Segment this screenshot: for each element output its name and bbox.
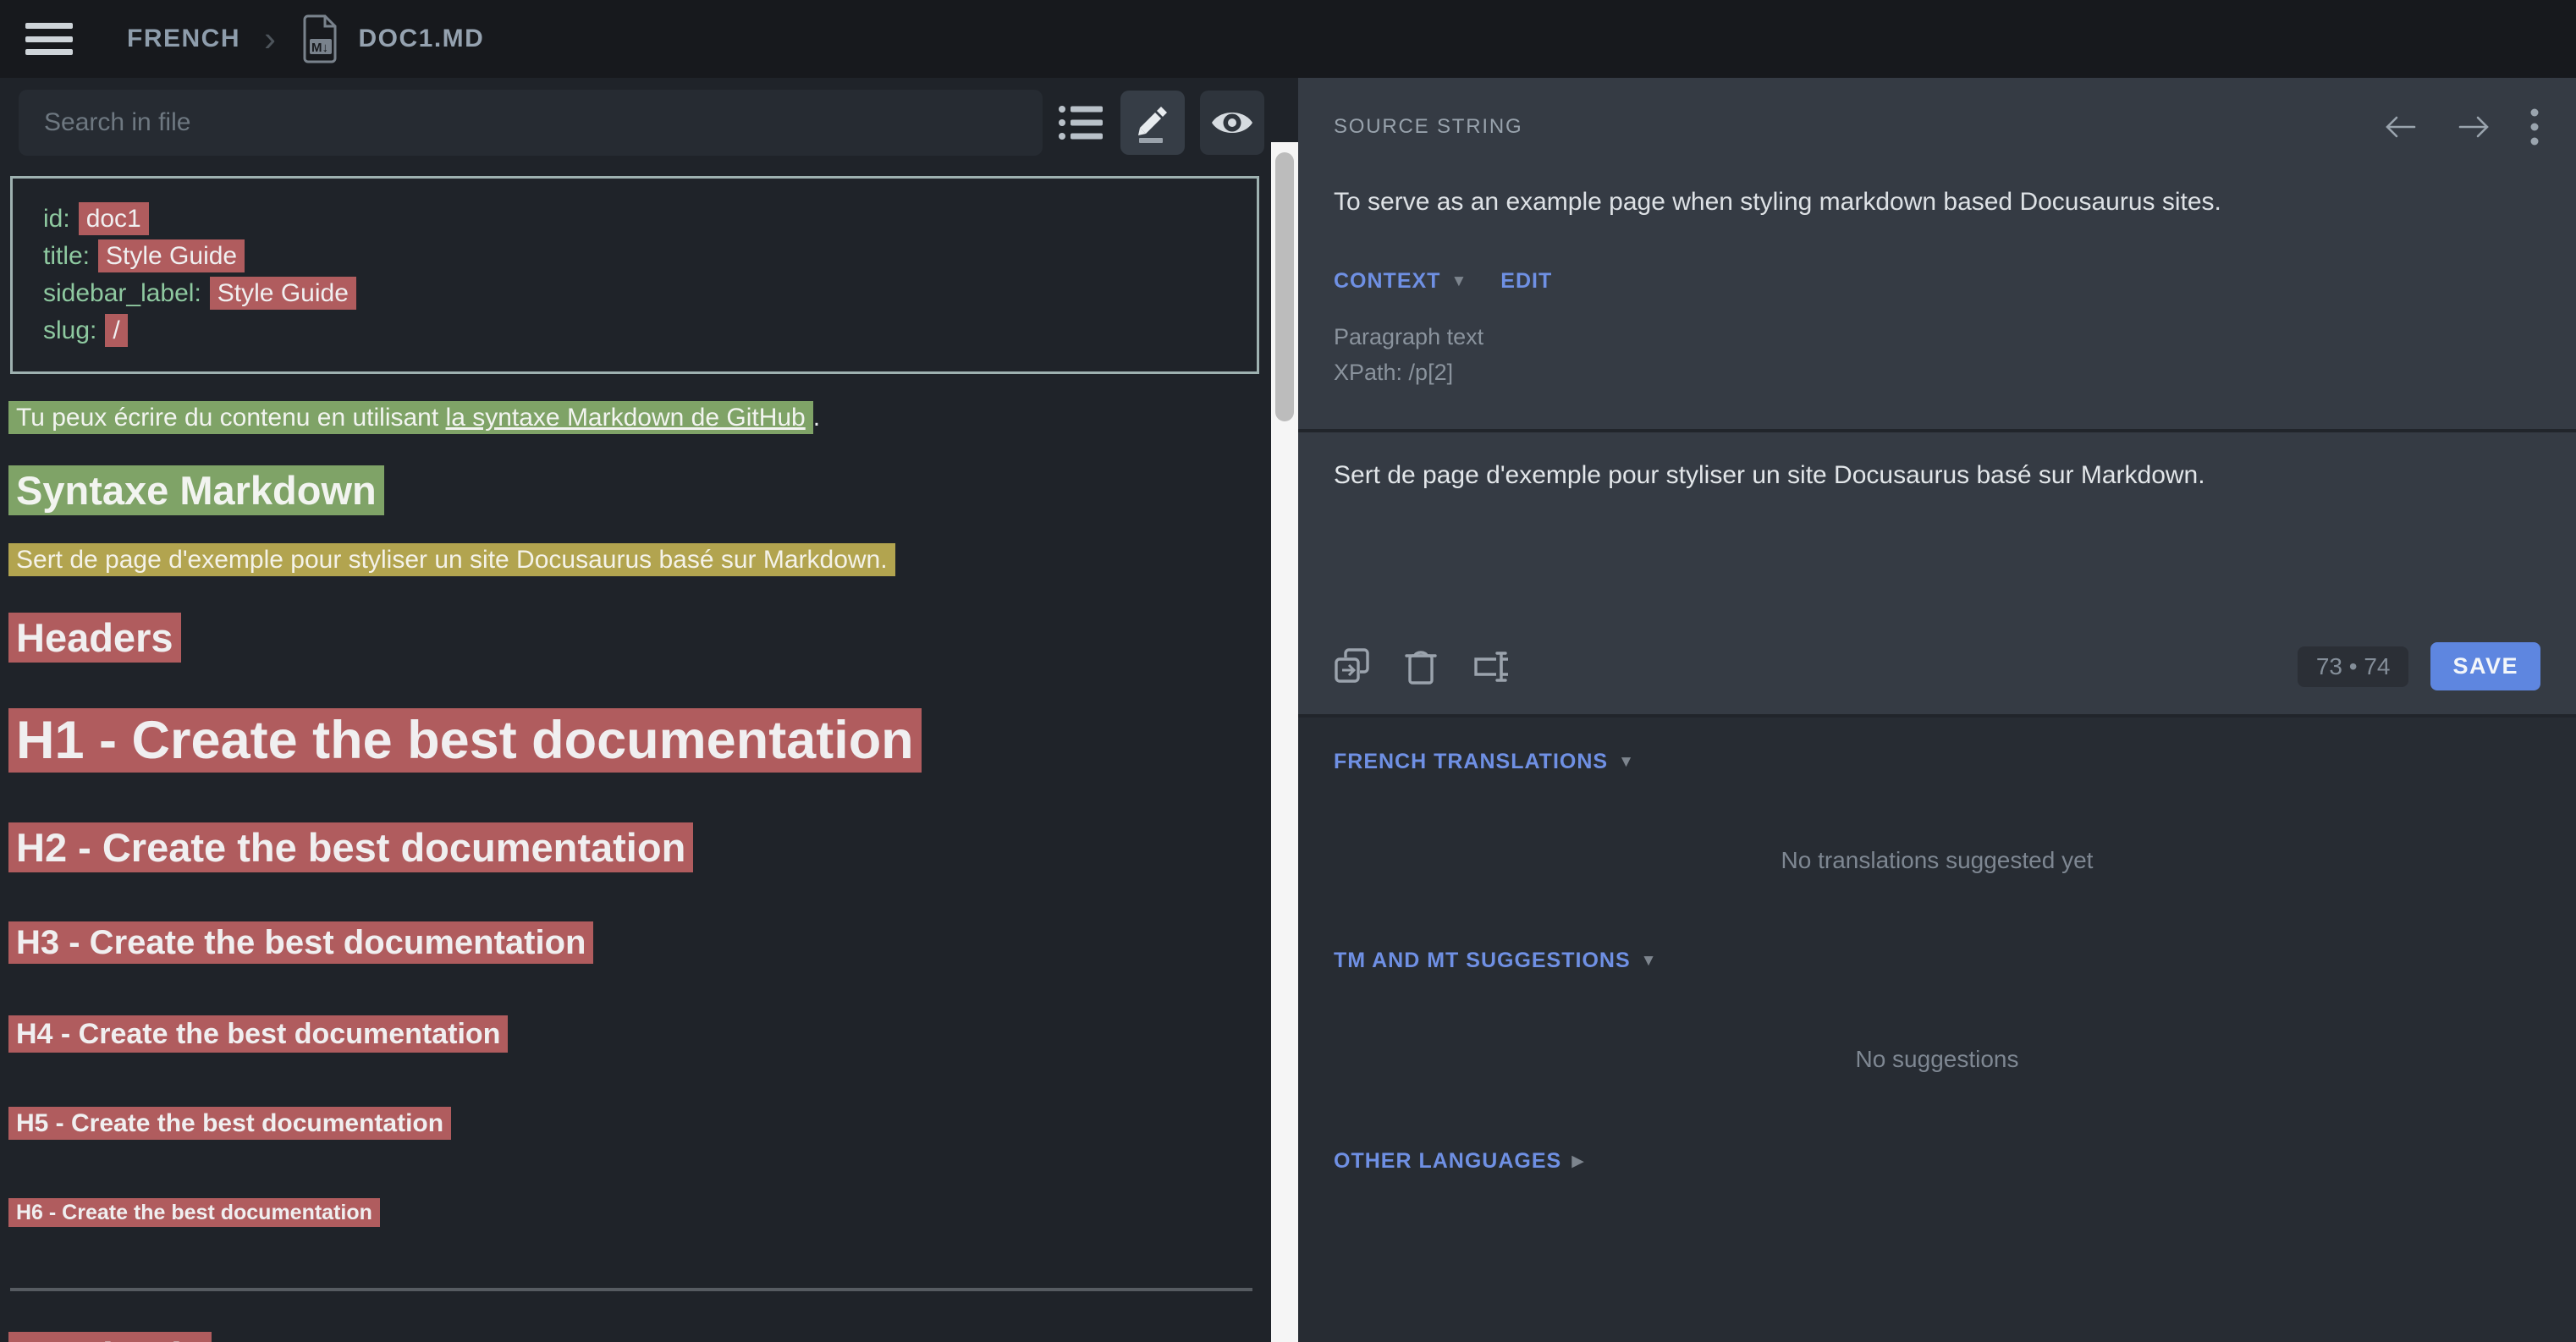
search-input[interactable] (19, 90, 1043, 156)
scrollbar-thumb[interactable] (1275, 152, 1294, 421)
untranslated-string[interactable]: H5 - Create the best documentation (8, 1107, 451, 1140)
strings-list-icon[interactable] (1058, 103, 1105, 142)
chevron-down-icon: ▼ (1618, 753, 1634, 772)
edit-context-button[interactable]: EDIT (1500, 269, 1552, 294)
untranslated-string[interactable]: H2 - Create the best documentation (8, 822, 693, 872)
tm-mt-suggestions-toggle[interactable]: TM AND MT SUGGESTIONS (1334, 949, 1631, 973)
translation-editor-section: Sert de page d'exemple pour styliser un … (1298, 432, 2576, 714)
copy-source-icon[interactable] (1334, 647, 1371, 686)
main-area: id: doc1 title: Style Guide sidebar_label:… (0, 78, 2576, 1342)
heading-string: H5 - Create the best documentation (8, 1105, 1263, 1142)
horizontal-rule (10, 1288, 1252, 1291)
frontmatter-value-string[interactable]: Style Guide (210, 277, 356, 310)
heading-string: Emphasis (8, 1330, 1263, 1342)
document-scrollbar (1271, 78, 1298, 1342)
document-content: id: doc1 title: Style Guide sidebar_label:… (0, 162, 1271, 1342)
breadcrumb-chevron-icon: › (264, 19, 278, 59)
source-string-section: SOURCE STRING (1298, 78, 2576, 429)
selected-string[interactable]: Sert de page d'exemple pour styliser un … (8, 543, 895, 576)
translation-panel: SOURCE STRING (1298, 78, 2576, 1342)
github-markdown-link[interactable]: la syntaxe Markdown de GitHub (446, 404, 806, 432)
frontmatter-line: slug: / (43, 312, 1226, 349)
context-xpath: XPath: /p[2] (1334, 355, 2539, 390)
heading-string: Headers (8, 611, 1263, 665)
save-button[interactable]: SAVE (2430, 642, 2540, 690)
document-toolbar (0, 78, 1271, 162)
top-bar: FRENCH › M↓ DOC1.MD (0, 0, 2576, 78)
translated-string[interactable]: Tu peux écrire du contenu en utilisant l… (8, 401, 813, 434)
tm-mt-empty-message: No suggestions (1334, 1046, 2540, 1073)
heading-string: H2 - Create the best documentation (8, 821, 1263, 875)
delete-translation-icon[interactable] (1405, 647, 1437, 686)
heading-string: H3 - Create the best documentation (8, 919, 1263, 966)
menu-icon[interactable] (25, 19, 73, 58)
frontmatter-line: sidebar_label: Style Guide (43, 275, 1226, 312)
scrollbar-track[interactable] (1271, 142, 1298, 1342)
document-panel: id: doc1 title: Style Guide sidebar_label:… (0, 78, 1271, 1342)
previous-string-arrow-icon[interactable] (2385, 114, 2417, 140)
chevron-down-icon: ▼ (1450, 272, 1467, 291)
translation-toolbar: 73 • 74 SAVE (1334, 642, 2540, 690)
paragraph-string: Tu peux écrire du contenu en utilisant l… (8, 401, 1263, 435)
context-description: Paragraph text (1334, 319, 2539, 355)
untranslated-string[interactable]: H4 - Create the best documentation (8, 1015, 508, 1053)
rename-text-cursor-icon[interactable] (1471, 649, 1511, 685)
next-string-arrow-icon[interactable] (2458, 114, 2490, 140)
other-languages-toggle[interactable]: OTHER LANGUAGES (1334, 1149, 1561, 1174)
untranslated-string[interactable]: Emphasis (8, 1332, 212, 1342)
edit-mode-icon[interactable] (1120, 91, 1185, 155)
untranslated-string[interactable]: Headers (8, 613, 181, 663)
preview-eye-icon[interactable] (1200, 91, 1264, 155)
source-string-text: To serve as an example page when styling… (1334, 184, 2539, 220)
breadcrumb-filename[interactable]: DOC1.MD (359, 25, 485, 53)
more-options-kebab-icon[interactable] (2530, 108, 2539, 146)
character-counter: 73 • 74 (2298, 646, 2409, 687)
frontmatter-key: id: (43, 205, 70, 233)
heading-string: H4 - Create the best documentation (8, 1014, 1263, 1054)
frontmatter-key: slug: (43, 316, 96, 344)
untranslated-string[interactable]: H3 - Create the best documentation (8, 921, 593, 964)
suggestions-section: FRENCH TRANSLATIONS ▼ No translations su… (1298, 718, 2576, 1342)
markdown-file-icon: M↓ (301, 14, 340, 64)
frontmatter-block: id: doc1 title: Style Guide sidebar_label:… (10, 176, 1259, 374)
context-toggle[interactable]: CONTEXT (1334, 269, 1440, 294)
frontmatter-value-string[interactable]: doc1 (79, 202, 149, 235)
frontmatter-value-string[interactable]: / (105, 314, 127, 347)
chevron-down-icon: ▼ (1641, 952, 1657, 971)
scrollbar-spacer (1271, 78, 1298, 142)
heading-string: H6 - Create the best documentation (8, 1196, 1263, 1229)
heading-string: Syntaxe Markdown (8, 464, 1263, 518)
frontmatter-line: id: doc1 (43, 201, 1226, 238)
svg-text:M↓: M↓ (311, 41, 328, 55)
french-translations-empty-message: No translations suggested yet (1334, 847, 2540, 874)
frontmatter-key: title: (43, 242, 90, 270)
french-translations-toggle[interactable]: FRENCH TRANSLATIONS (1334, 750, 1608, 774)
frontmatter-value-string[interactable]: Style Guide (98, 239, 245, 272)
untranslated-string[interactable]: H6 - Create the best documentation (8, 1198, 380, 1227)
source-string-label: SOURCE STRING (1334, 115, 1522, 139)
paragraph-string: Sert de page d'exemple pour styliser un … (8, 543, 1263, 577)
untranslated-string[interactable]: H1 - Create the best documentation (8, 708, 922, 773)
heading-string: H1 - Create the best documentation (8, 704, 1263, 777)
frontmatter-key: sidebar_label: (43, 279, 201, 307)
breadcrumb-project[interactable]: FRENCH (127, 25, 240, 53)
chevron-right-icon: ▶ (1571, 1152, 1584, 1171)
translation-input[interactable]: Sert de page d'exemple pour styliser un … (1334, 458, 2540, 642)
translated-string[interactable]: Syntaxe Markdown (8, 465, 384, 515)
frontmatter-line: title: Style Guide (43, 238, 1226, 275)
